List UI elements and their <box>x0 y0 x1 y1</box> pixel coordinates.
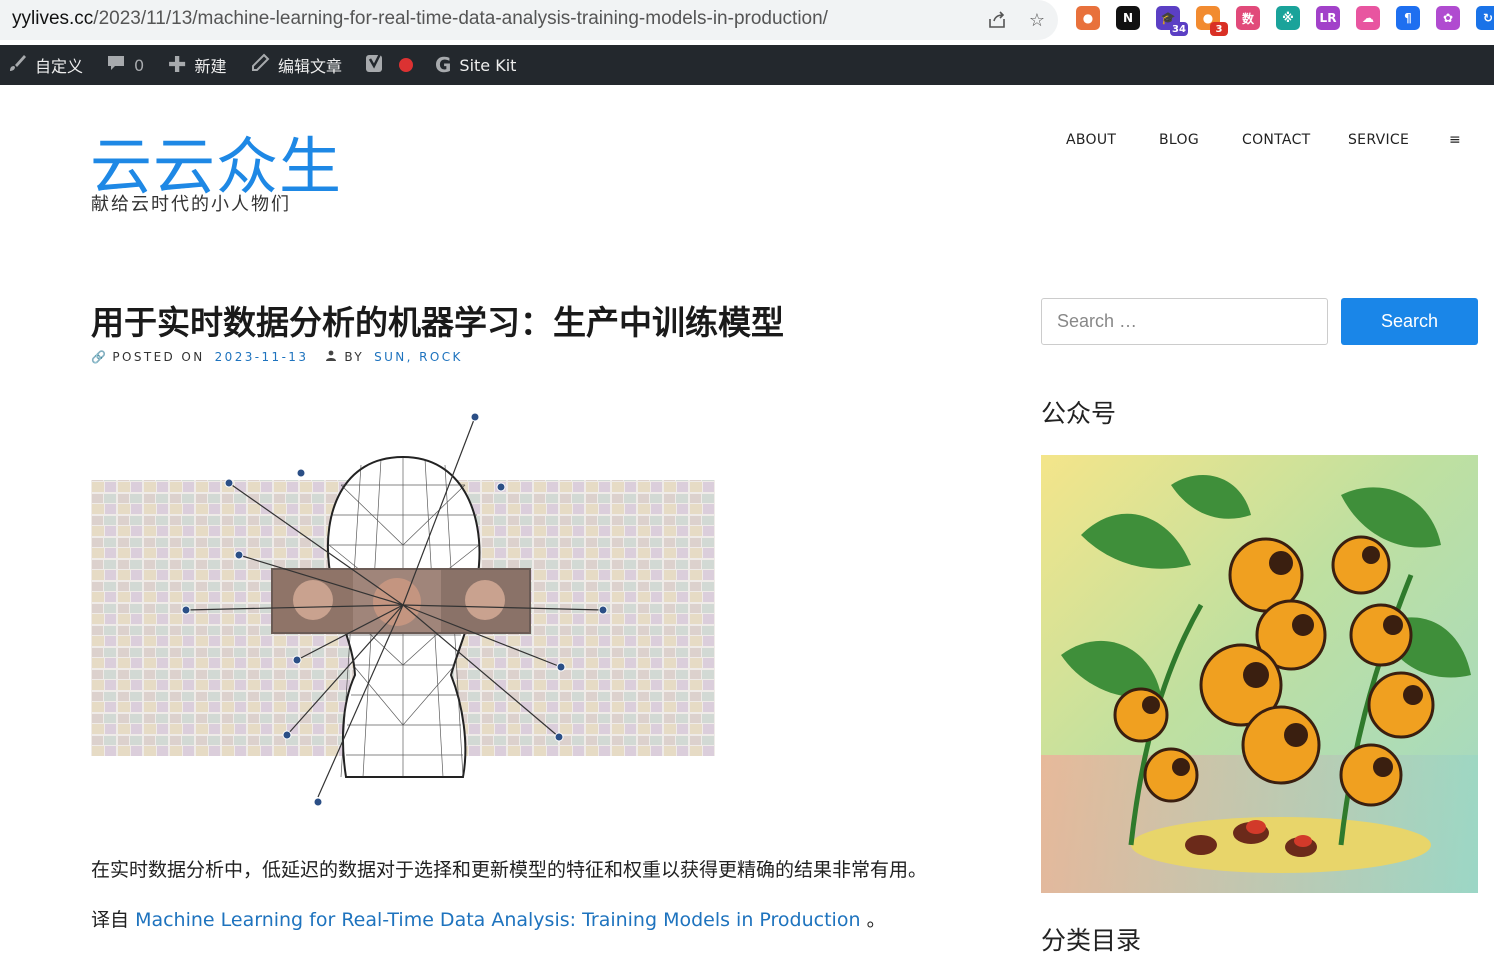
post-intro-paragraph: 在实时数据分析中，低延迟的数据对于选择和更新模型的特征和权重以获得更精确的结果非… <box>91 859 928 881</box>
chrome-circle-ext-icon[interactable]: ● <box>1076 6 1100 30</box>
translate-ext-icon[interactable]: ※ <box>1276 6 1300 30</box>
nav-menu-toggle[interactable]: ≡ <box>1449 132 1461 148</box>
nav-contact[interactable]: CONTACT <box>1242 132 1311 148</box>
data-ext-icon[interactable]: 数 <box>1236 6 1260 30</box>
site-tagline: 献给云时代的小人物们 <box>91 194 291 215</box>
url-host: yylives.cc <box>12 8 94 29</box>
wechat-qr-illustration <box>1041 455 1478 893</box>
wechat-widget-title: 公众号 <box>1041 399 1117 428</box>
plus-icon: ✚ <box>168 52 187 78</box>
share-icon[interactable] <box>985 8 1009 32</box>
comments-button[interactable]: 0 <box>106 45 144 85</box>
nav-about[interactable]: ABOUT <box>1066 132 1116 148</box>
categories-widget-title: 分类目录 <box>1041 926 1142 955</box>
yoast-icon <box>365 52 387 79</box>
openai-ext-icon[interactable]: ✿ <box>1436 6 1460 30</box>
by-label: BY <box>344 350 365 364</box>
post-title: 用于实时数据分析的机器学习：生产中训练模型 <box>91 303 784 342</box>
browser-toolbar: yylives.cc/2023/11/13/machine-learning-f… <box>0 0 1494 45</box>
customize-button[interactable]: 自定义 <box>7 45 83 85</box>
paragraph-end-punct: 。 <box>866 909 886 931</box>
cloud-ext-icon[interactable]: ☁ <box>1356 6 1380 30</box>
seo-status-dot <box>399 58 413 72</box>
comment-bubble-icon <box>106 53 126 78</box>
notion-ext-icon[interactable]: N <box>1116 6 1140 30</box>
lr-ext-icon[interactable]: LR <box>1316 6 1340 30</box>
post-date-link[interactable]: 2023-11-13 <box>215 350 309 364</box>
bookmark-star-icon[interactable]: ☆ <box>1025 8 1049 32</box>
comments-count: 0 <box>134 55 145 75</box>
edit-post-label: 编辑文章 <box>278 57 343 76</box>
extension-badge: 34 <box>1170 22 1188 36</box>
pencil-icon <box>250 53 270 78</box>
translated-from-label: 译自 <box>91 909 130 931</box>
address-bar[interactable]: yylives.cc/2023/11/13/machine-learning-f… <box>0 0 1058 40</box>
new-content-button[interactable]: ✚ 新建 <box>168 45 226 85</box>
post-source-paragraph: 译自 Machine Learning for Real-Time Data A… <box>91 905 886 932</box>
graduation-cap-ext-icon[interactable]: 🎓 34 <box>1156 6 1188 36</box>
extension-badge: 3 <box>1210 22 1228 36</box>
wp-admin-bar: 自定义 0 ✚ 新建 编辑文章 G Site Kit <box>0 45 1494 85</box>
nav-service[interactable]: SERVICE <box>1348 132 1409 148</box>
post-meta: 🔗 POSTED ON 2023-11-13 BY SUN, ROCK <box>91 350 463 364</box>
posted-on-label: POSTED ON <box>112 350 205 364</box>
url-text[interactable]: yylives.cc/2023/11/13/machine-learning-f… <box>12 8 828 30</box>
edit-post-button[interactable]: 编辑文章 <box>250 45 342 85</box>
site-kit-button[interactable]: G Site Kit <box>435 45 516 85</box>
paintbrush-icon <box>7 53 27 78</box>
post-author-link[interactable]: SUN, ROCK <box>374 350 463 364</box>
link-icon: 🔗 <box>91 350 109 364</box>
toggl-ext-icon[interactable]: ● 3 <box>1196 6 1228 36</box>
nav-blog[interactable]: BLOG <box>1159 132 1199 148</box>
post-featured-image <box>91 412 715 807</box>
source-article-link[interactable]: Machine Learning for Real-Time Data Anal… <box>135 909 860 931</box>
url-path: /2023/11/13/machine-learning-for-real-ti… <box>93 8 828 29</box>
yoast-seo-button[interactable] <box>365 45 413 85</box>
search-input[interactable] <box>1041 298 1328 345</box>
user-icon <box>326 350 337 364</box>
paragraph-ext-icon[interactable]: ¶ <box>1396 6 1420 30</box>
new-label: 新建 <box>194 57 227 76</box>
refresh-ext-icon[interactable]: ↻ <box>1476 6 1494 30</box>
google-g-icon: G <box>435 53 452 77</box>
customize-label: 自定义 <box>35 57 84 76</box>
search-button[interactable]: Search <box>1341 298 1478 345</box>
site-kit-label: Site Kit <box>459 55 517 75</box>
